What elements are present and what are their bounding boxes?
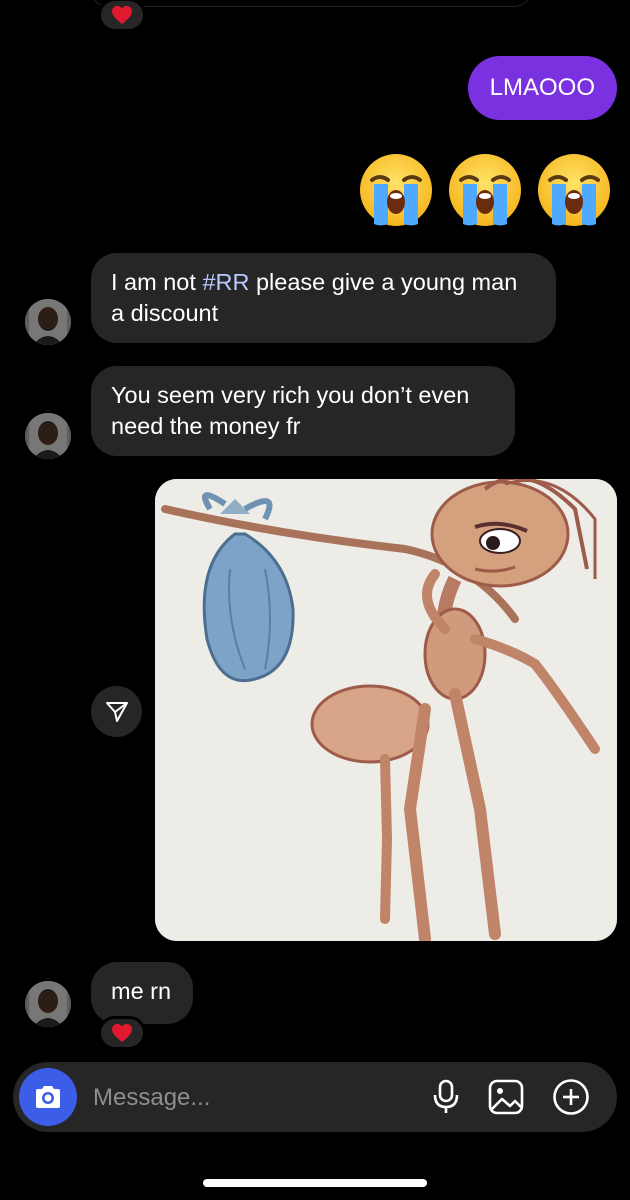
red-heart-icon: [112, 1023, 132, 1043]
sender-avatar[interactable]: [25, 299, 71, 345]
message-composer: [13, 1062, 617, 1132]
message-text: I am not: [111, 269, 203, 295]
loudly-crying-face-icon: [538, 154, 610, 226]
microphone-icon: [433, 1079, 459, 1113]
previous-message-bubble[interactable]: [90, 0, 532, 7]
home-indicator: [203, 1179, 427, 1187]
heart-reaction[interactable]: [98, 0, 146, 32]
outgoing-message-bubble[interactable]: LMAOOO: [467, 56, 617, 120]
message-input[interactable]: [91, 1076, 395, 1120]
image-message[interactable]: [155, 479, 617, 941]
ant-with-bindle-drawing: [155, 479, 617, 941]
microphone-button[interactable]: [427, 1078, 465, 1116]
plus-circle-icon: [553, 1079, 589, 1115]
message-text: me rn: [111, 978, 172, 1004]
paper-plane-icon: [105, 701, 128, 722]
emoji-message[interactable]: [358, 152, 612, 228]
incoming-message-bubble[interactable]: me rn: [91, 962, 193, 1024]
add-button[interactable]: [552, 1078, 590, 1116]
sender-avatar[interactable]: [25, 981, 71, 1027]
outgoing-message-text: LMAOOO: [489, 74, 595, 101]
incoming-message-bubble[interactable]: I am not #RR please give a young man a d…: [91, 253, 556, 343]
share-button[interactable]: [91, 686, 142, 737]
avatar-photo: [25, 981, 71, 1027]
avatar-photo: [25, 299, 71, 345]
camera-button[interactable]: [19, 1068, 77, 1126]
gallery-button[interactable]: [487, 1078, 525, 1116]
loudly-crying-face-icon: [360, 154, 432, 226]
message-text: You seem very rich you don’t even need t…: [111, 382, 470, 439]
camera-icon: [36, 1086, 60, 1108]
avatar-photo: [25, 413, 71, 459]
incoming-message-bubble[interactable]: You seem very rich you don’t even need t…: [91, 366, 515, 456]
image-icon: [488, 1079, 524, 1115]
hashtag-link[interactable]: #RR: [202, 269, 249, 295]
heart-reaction[interactable]: [98, 1016, 146, 1050]
loudly-crying-face-icon: [449, 154, 521, 226]
red-heart-icon: [112, 5, 132, 25]
sender-avatar[interactable]: [25, 413, 71, 459]
